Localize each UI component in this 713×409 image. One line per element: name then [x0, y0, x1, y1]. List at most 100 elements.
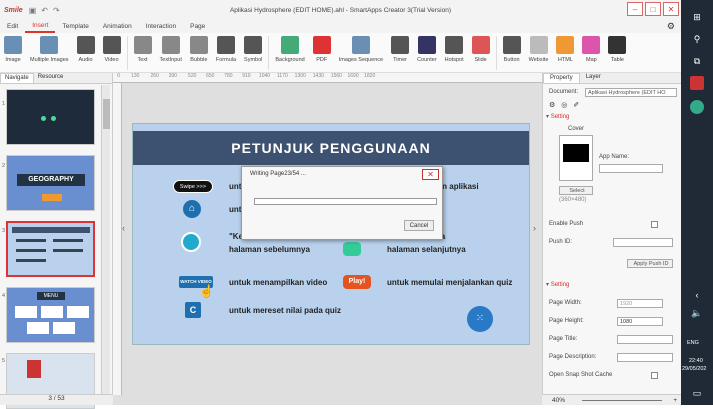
- tab-navigate[interactable]: Navigate: [0, 73, 34, 83]
- menu-animation[interactable]: Animation: [96, 23, 139, 30]
- menu-bar: Edit Insert Template Animation Interacti…: [0, 20, 681, 33]
- writing-progress-dialog: Writing Page23/54 ... ✕ Cancel: [241, 166, 443, 240]
- notification-icon[interactable]: ▭: [690, 386, 704, 400]
- ribbon-label: Background: [275, 57, 305, 63]
- maximize-button[interactable]: □: [645, 2, 661, 16]
- settings-icon[interactable]: ⚙: [549, 101, 555, 109]
- ribbon-text-button[interactable]: Text: [130, 36, 156, 63]
- snapshot-cache-checkbox[interactable]: [651, 372, 658, 379]
- ribbon-table-button[interactable]: Table: [604, 36, 630, 63]
- ribbon-label: Slide: [474, 57, 487, 63]
- windows-start-icon[interactable]: ⊞: [690, 10, 704, 24]
- text-icon: [133, 36, 152, 54]
- ribbon-background-button[interactable]: Background: [271, 36, 308, 63]
- target-icon[interactable]: ◎: [561, 101, 567, 109]
- ribbon-website-button[interactable]: Website: [525, 36, 553, 63]
- ribbon-multiple-images-button[interactable]: Multiple Images: [26, 36, 73, 63]
- ribbon-slide-button[interactable]: Slide: [468, 36, 494, 63]
- menu-template[interactable]: Template: [55, 23, 95, 30]
- ribbon-html-button[interactable]: HTML: [552, 36, 578, 63]
- select-cover-button[interactable]: Select: [559, 186, 593, 195]
- undo-icon[interactable]: ↶: [41, 6, 48, 15]
- slide-icon: [471, 36, 490, 54]
- zoom-plus-icon[interactable]: +: [673, 395, 677, 406]
- cover-preview: [559, 135, 593, 181]
- ribbon-label: Table: [610, 57, 624, 63]
- apply-push-id-button[interactable]: Apply Push ID: [627, 259, 673, 268]
- page-title-field[interactable]: [617, 335, 673, 344]
- ribbon-textinput-button[interactable]: TextInput: [156, 36, 186, 63]
- ribbon-separator: [495, 36, 497, 70]
- ribbon-label: Bubble: [190, 57, 208, 63]
- page-description-field[interactable]: [617, 353, 673, 362]
- tab-resource[interactable]: Resource: [34, 73, 68, 83]
- ribbon-video-button[interactable]: Video: [99, 36, 125, 63]
- cancel-button[interactable]: Cancel: [404, 220, 434, 231]
- prev-page-arrow[interactable]: ‹: [122, 223, 125, 233]
- language-indicator[interactable]: ENG: [687, 340, 699, 346]
- tray-chevron-icon[interactable]: ‹: [690, 288, 704, 302]
- ribbon-audio-button[interactable]: Audio: [73, 36, 99, 63]
- save-icon[interactable]: ▣: [29, 6, 37, 15]
- snapshot-cache-label: Open Snap Shot Cache: [549, 372, 613, 378]
- menu-interaction[interactable]: Interaction: [139, 23, 183, 30]
- ribbon-bubble-button[interactable]: Bubble: [186, 36, 212, 63]
- minimize-button[interactable]: –: [627, 2, 643, 16]
- gear-icon[interactable]: ⚙: [667, 21, 675, 32]
- ribbon-label: Timer: [393, 57, 407, 63]
- setting-section-2[interactable]: ▾ Setting: [546, 281, 666, 290]
- website-icon: [529, 36, 548, 54]
- ribbon-counter-button[interactable]: Counter: [413, 36, 441, 63]
- page-thumbnail-3-selected[interactable]: [6, 221, 95, 277]
- html-icon: [556, 36, 575, 54]
- task-view-icon[interactable]: ⧉: [690, 54, 704, 68]
- enable-push-checkbox[interactable]: [651, 221, 658, 228]
- setting-section-1[interactable]: ▾ Setting: [546, 113, 666, 122]
- page-title-label: Page Title:: [549, 336, 578, 342]
- zoom-slider[interactable]: [582, 400, 662, 401]
- app-name-field[interactable]: [599, 164, 663, 173]
- page-width-field[interactable]: 1920: [617, 299, 663, 308]
- back-arrow-icon: [181, 232, 201, 252]
- video-icon: [102, 36, 121, 54]
- ribbon-label: Website: [528, 57, 549, 63]
- ribbon-hotspot-button[interactable]: Hotspot: [441, 36, 468, 63]
- menu-insert[interactable]: Insert: [25, 20, 56, 33]
- redo-icon[interactable]: ↷: [53, 6, 60, 15]
- ribbon-button-button[interactable]: Button: [499, 36, 525, 63]
- thumbnail-scrollbar[interactable]: [101, 85, 110, 395]
- ribbon-formula-button[interactable]: Formula: [212, 36, 240, 63]
- dialog-close-button[interactable]: ✕: [422, 169, 439, 180]
- page-thumbnail-1[interactable]: [6, 89, 95, 145]
- push-id-field[interactable]: [613, 238, 673, 247]
- app-pinned-icon[interactable]: [690, 76, 704, 90]
- zoom-level: 40%: [552, 397, 566, 404]
- background-icon: [281, 36, 300, 54]
- search-icon[interactable]: ⚲: [690, 32, 704, 46]
- clock-date[interactable]: 29/05/202: [682, 366, 706, 372]
- editor-canvas[interactable]: 0 130 260 390 520 650 780 910 1040 1170 …: [113, 73, 542, 405]
- ribbon-symbol-button[interactable]: Symbol: [240, 36, 266, 63]
- chrome-icon[interactable]: [690, 100, 704, 114]
- tab-property[interactable]: Property: [543, 73, 580, 83]
- ribbon-image-button[interactable]: Image: [0, 36, 26, 63]
- next-page-arrow[interactable]: ›: [533, 223, 536, 233]
- dialog-title: Writing Page23/54 ...: [250, 171, 306, 177]
- page-height-field[interactable]: 1080: [617, 317, 663, 326]
- clock-time[interactable]: 22:40: [689, 358, 703, 364]
- close-button[interactable]: ✕: [663, 2, 679, 16]
- brush-icon[interactable]: ✐: [573, 101, 579, 109]
- ribbon-pdf-button[interactable]: PDF: [309, 36, 335, 63]
- ribbon-images-sequence-button[interactable]: Images Sequence: [335, 36, 387, 63]
- ribbon-timer-button[interactable]: Timer: [387, 36, 413, 63]
- page-thumbnail-4[interactable]: MENU: [6, 287, 95, 343]
- app-name-label: App Name:: [599, 154, 630, 160]
- menu-page[interactable]: Page: [183, 23, 212, 30]
- menu-edit[interactable]: Edit: [0, 23, 25, 30]
- volume-icon[interactable]: 🔈: [690, 306, 704, 320]
- ribbon-map-button[interactable]: Map: [578, 36, 604, 63]
- document-field[interactable]: Aplikasi Hydrosphere (EDIT HO: [585, 88, 677, 97]
- page-thumbnail-2[interactable]: GEOGRAPHY: [6, 155, 95, 211]
- thumb-number: 2: [2, 163, 6, 169]
- tab-layer[interactable]: Layer: [580, 73, 607, 83]
